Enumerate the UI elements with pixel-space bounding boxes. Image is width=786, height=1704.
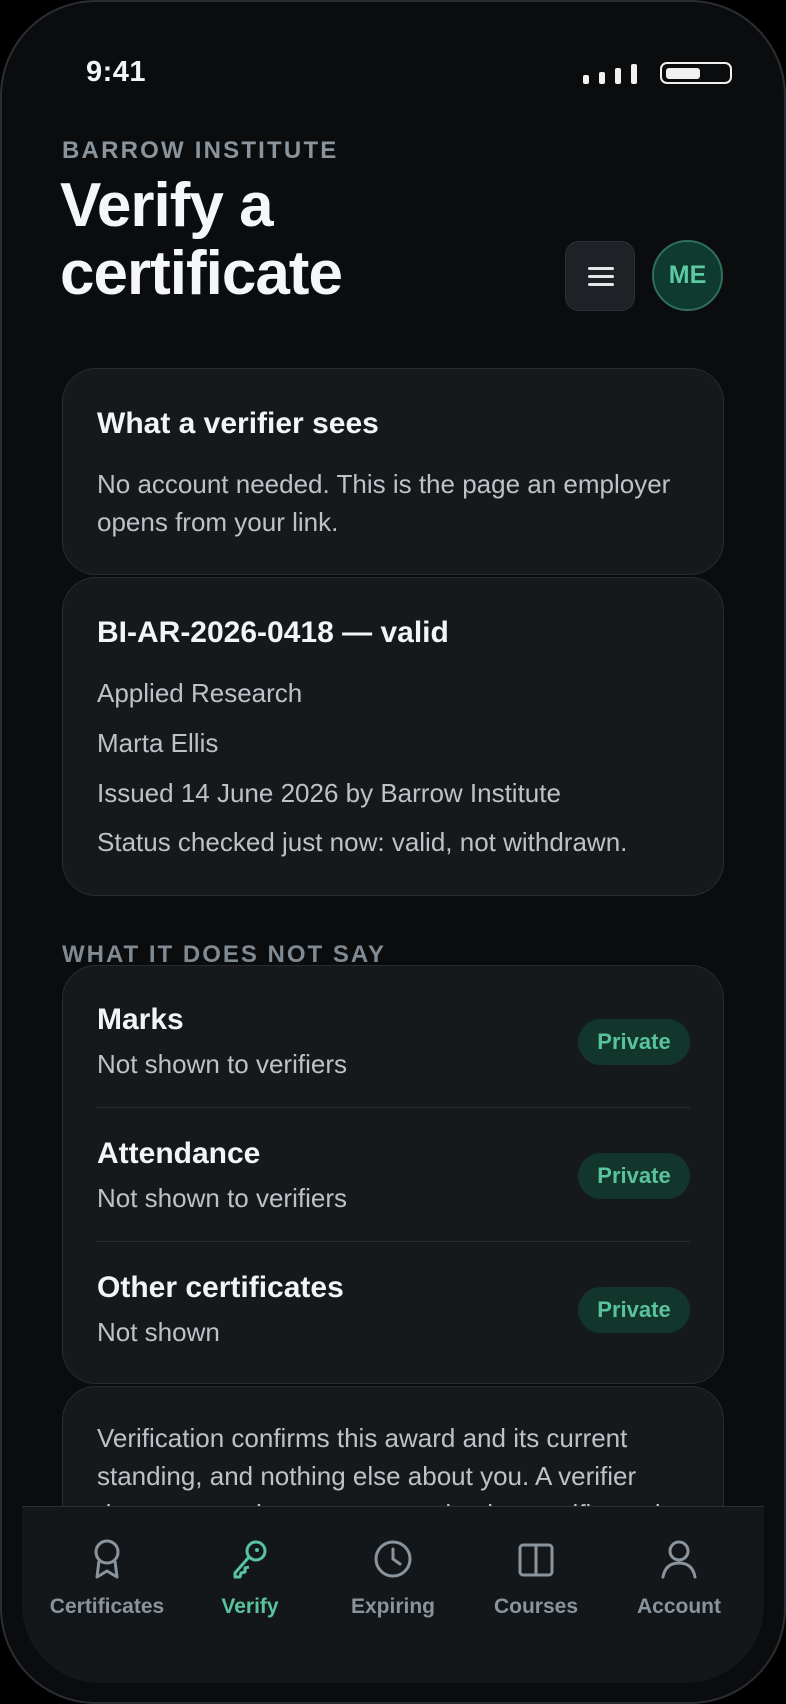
page-title: Verify a certificate: [60, 171, 343, 308]
certificate-card: BI-AR-2026-0418 — valid Applied Research…: [62, 577, 724, 896]
signal-icon: [583, 64, 641, 84]
private-badge: Private: [578, 1287, 690, 1333]
tab-label: Expiring: [350, 1595, 435, 1618]
book-icon: [518, 1543, 554, 1577]
award-icon: [94, 1539, 120, 1579]
verifier-card-title: What a verifier sees: [97, 407, 379, 440]
verifier-info-card: What a verifier sees No account needed. …: [62, 368, 724, 575]
row-title: Attendance: [97, 1137, 261, 1170]
divider: [97, 1107, 690, 1108]
tab-label: Verify: [221, 1595, 279, 1618]
clock-icon: [374, 1540, 412, 1578]
tab-label: Account: [637, 1595, 721, 1618]
tab-label: Courses: [493, 1595, 579, 1618]
menu-button[interactable]: [565, 241, 635, 311]
status-bar: 9:41: [0, 0, 786, 150]
key-icon: [233, 1540, 267, 1579]
verifier-card-text: No account needed. This is the page an e…: [97, 469, 671, 537]
holder-name: Marta Ellis: [97, 728, 219, 758]
row-title: Marks: [97, 1003, 184, 1036]
tab-account[interactable]: Account: [604, 1537, 754, 1619]
brand-label: BARROW INSTITUTE: [62, 137, 339, 164]
status-time: 9:41: [86, 56, 147, 88]
row-subtitle: Not shown: [97, 1317, 220, 1347]
certificate-status-title: BI-AR-2026-0418 — valid: [97, 616, 449, 649]
private-badge: Private: [578, 1019, 690, 1065]
privacy-list-card: Marks Not shown to verifiers Private Att…: [62, 965, 724, 1384]
tab-certificates[interactable]: Certificates: [32, 1537, 182, 1619]
status-check-line: Status checked just now: valid, not with…: [97, 827, 628, 857]
tab-verify[interactable]: Verify: [175, 1537, 325, 1619]
course-name: Applied Research: [97, 678, 303, 708]
private-badge: Private: [578, 1153, 690, 1199]
divider: [97, 1241, 690, 1242]
avatar[interactable]: ME: [652, 240, 723, 311]
tab-courses[interactable]: Courses: [461, 1537, 611, 1619]
row-title: Other certificates: [97, 1271, 344, 1304]
tab-label: Certificates: [49, 1595, 165, 1618]
battery-icon: [660, 62, 736, 86]
row-subtitle: Not shown to verifiers: [97, 1049, 347, 1079]
row-subtitle: Not shown to verifiers: [97, 1183, 347, 1213]
phone-screen: 9:41 BARROW INSTITUTE Verify a certifica…: [0, 0, 786, 1704]
tab-bar: Certificates Verify Expiring Courses Acc…: [22, 1506, 764, 1683]
tab-expiring[interactable]: Expiring: [318, 1537, 468, 1619]
user-icon: [661, 1540, 697, 1579]
issue-info: Issued 14 June 2026 by Barrow Institute: [97, 778, 561, 808]
